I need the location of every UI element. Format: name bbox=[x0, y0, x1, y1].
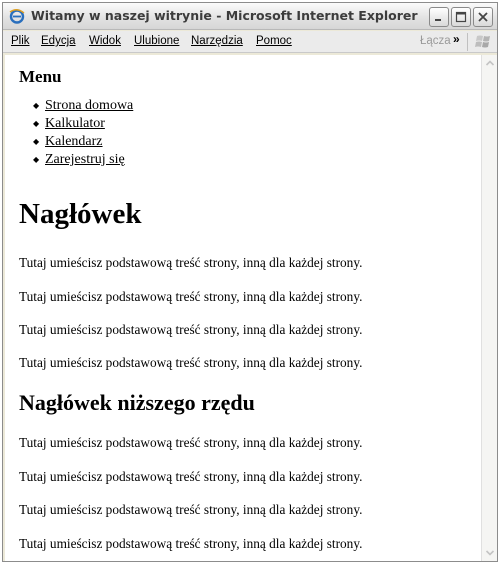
page-content: Menu Strona domowa Kalkulator Kalendarz … bbox=[5, 55, 481, 561]
paragraph: Tutaj umieścisz podstawową treść strony,… bbox=[19, 322, 363, 337]
nav-item: Strona domowa bbox=[33, 97, 133, 115]
paragraph: Tutaj umieścisz podstawową treść strony,… bbox=[19, 435, 363, 450]
vertical-scrollbar[interactable] bbox=[481, 55, 497, 561]
paragraph: Tutaj umieścisz podstawową treść strony,… bbox=[19, 536, 363, 551]
close-icon bbox=[478, 12, 488, 22]
nav-link-strona-domowa[interactable]: Strona domowa bbox=[45, 98, 133, 113]
nav-list: Strona domowa Kalkulator Kalendarz Zarej… bbox=[33, 97, 133, 169]
menu-item-narzedzia[interactable]: Narzędzia bbox=[191, 35, 243, 47]
paragraph: Tutaj umieścisz podstawową treść strony,… bbox=[19, 255, 363, 270]
close-button[interactable] bbox=[473, 7, 493, 27]
windows-logo-icon bbox=[475, 35, 490, 48]
window-title: Witamy w naszej witrynie - Microsoft Int… bbox=[31, 8, 418, 23]
scroll-up-arrow-icon[interactable] bbox=[482, 55, 498, 71]
links-label[interactable]: Łącza bbox=[420, 35, 451, 47]
paragraph: Tutaj umieścisz podstawową treść strony,… bbox=[19, 502, 363, 517]
title-bar[interactable]: Witamy w naszej witrynie - Microsoft Int… bbox=[3, 3, 497, 30]
nav-link-kalkulator[interactable]: Kalkulator bbox=[45, 116, 105, 131]
menu-item-edycja[interactable]: Edycja bbox=[41, 35, 76, 47]
paragraph: Tutaj umieścisz podstawową treść strony,… bbox=[19, 289, 363, 304]
maximize-button[interactable] bbox=[451, 7, 471, 27]
menu-item-ulubione[interactable]: Ulubione bbox=[134, 35, 179, 47]
menu-heading: Menu bbox=[19, 67, 62, 86]
menu-bar: Plik Edycja Widok Ulubione Narzędzia Pom… bbox=[3, 31, 497, 53]
minimize-button[interactable] bbox=[429, 7, 449, 27]
menu-item-widok[interactable]: Widok bbox=[89, 35, 121, 47]
menu-item-pomoc[interactable]: Pomoc bbox=[256, 35, 292, 47]
nav-link-kalendarz[interactable]: Kalendarz bbox=[45, 134, 103, 149]
page-subheading: Nagłówek niższego rzędu bbox=[19, 390, 255, 415]
links-chevron-icon[interactable]: » bbox=[453, 32, 460, 46]
menu-separator bbox=[467, 33, 468, 51]
nav-link-zarejestruj-sie[interactable]: Zarejestruj się bbox=[45, 152, 125, 167]
internet-explorer-icon[interactable] bbox=[9, 8, 25, 24]
paragraph: Tutaj umieścisz podstawową treść strony,… bbox=[19, 469, 363, 484]
paragraph: Tutaj umieścisz podstawową treść strony,… bbox=[19, 355, 363, 370]
page-heading: Nagłówek bbox=[19, 198, 142, 230]
minimize-icon bbox=[435, 19, 441, 21]
nav-item: Zarejestruj się bbox=[33, 151, 133, 169]
maximize-icon bbox=[455, 11, 467, 23]
menu-item-plik[interactable]: Plik bbox=[11, 35, 30, 47]
scroll-down-arrow-icon[interactable] bbox=[482, 545, 498, 561]
nav-item: Kalendarz bbox=[33, 133, 133, 151]
browser-window: Witamy w naszej witrynie - Microsoft Int… bbox=[2, 2, 498, 562]
nav-item: Kalkulator bbox=[33, 115, 133, 133]
